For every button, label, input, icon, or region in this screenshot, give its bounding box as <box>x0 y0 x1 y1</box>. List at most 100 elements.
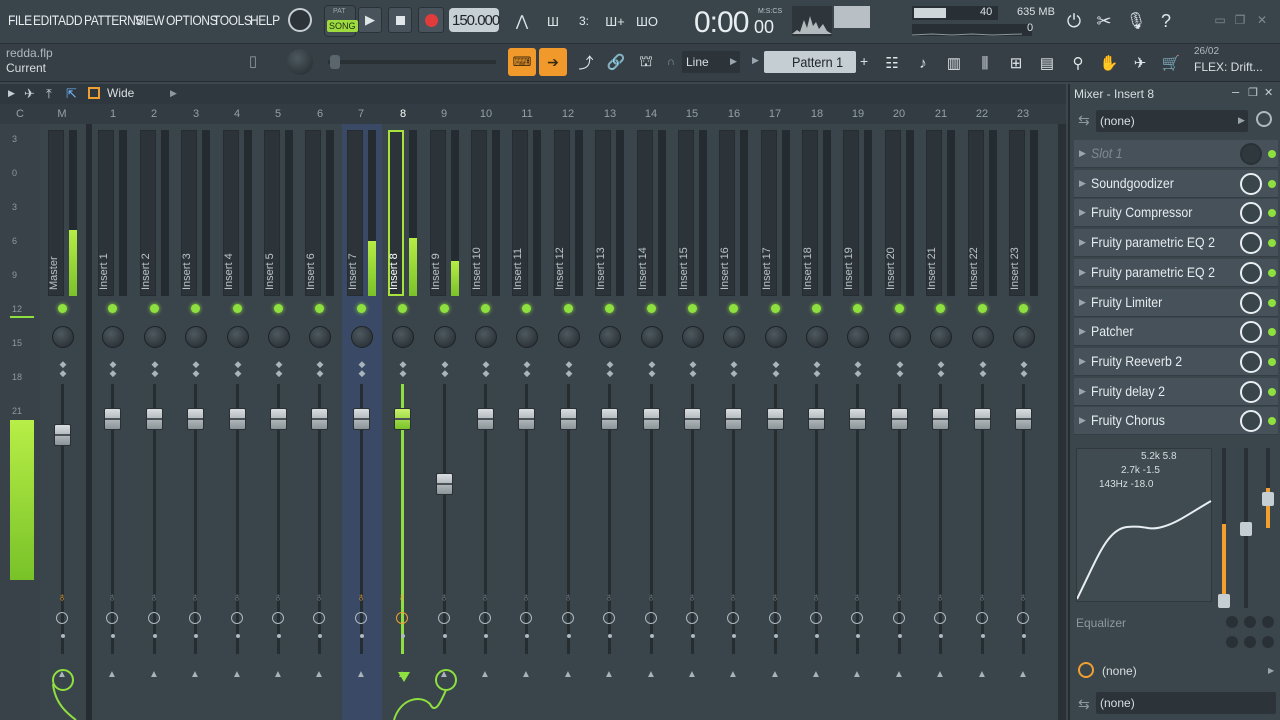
menu-edit[interactable]: EDIT <box>33 12 59 30</box>
piano-roll-icon[interactable]: ♪ <box>910 50 936 76</box>
bulb-icon[interactable]: ♁ <box>851 590 863 604</box>
pattern-name-box[interactable]: Pattern 1 <box>764 51 856 73</box>
pan-knob[interactable] <box>516 326 538 348</box>
bulb-icon[interactable]: ♁ <box>479 590 491 604</box>
volume-fader[interactable] <box>974 408 991 430</box>
insert-strip[interactable]: Insert 4 ◆ ◆ ♁ ▲ <box>217 124 258 720</box>
master-volume-knob[interactable] <box>288 8 312 32</box>
pan-knob[interactable] <box>185 326 207 348</box>
slot-arrow-icon[interactable]: ▶ <box>1079 267 1086 278</box>
stereo-separation-icon[interactable]: ◆ ◆ <box>604 360 616 378</box>
route-dot[interactable] <box>443 634 447 638</box>
insert-strip[interactable]: Insert 3 ◆ ◆ ♁ ▲ <box>175 124 216 720</box>
clock-icon[interactable] <box>934 612 946 624</box>
slot-enable-led[interactable] <box>1268 417 1276 426</box>
route-dot[interactable] <box>277 634 281 638</box>
pan-knob[interactable] <box>641 326 663 348</box>
bulb-icon[interactable]: ♁ <box>562 590 574 604</box>
pan-knob[interactable] <box>723 326 745 348</box>
clock-icon[interactable] <box>686 612 698 624</box>
clock-icon[interactable] <box>727 612 739 624</box>
stereo-separation-icon[interactable]: ◆ ◆ <box>563 360 575 378</box>
route-dot[interactable] <box>691 634 695 638</box>
pat-song-switch[interactable]: PAT SONG <box>324 5 358 37</box>
mute-led[interactable] <box>233 304 242 313</box>
clock-icon[interactable] <box>976 612 988 624</box>
volume-fader[interactable] <box>270 408 287 430</box>
restore-icon[interactable]: ❐ <box>1232 12 1248 28</box>
slot-enable-led[interactable] <box>1268 298 1276 307</box>
stereo-separation-icon[interactable]: ◆ ◆ <box>57 360 69 378</box>
volume-fader[interactable] <box>518 408 535 430</box>
volume-fader[interactable] <box>146 408 163 430</box>
volume-fader[interactable] <box>1015 408 1032 430</box>
clock-icon[interactable] <box>106 612 118 624</box>
volume-fader[interactable] <box>684 408 701 430</box>
stereo-separation-icon[interactable]: ◆ ◆ <box>687 360 699 378</box>
view-mode-arrow-icon[interactable]: ▶ <box>170 88 177 99</box>
send-arrow-icon[interactable]: ▲ <box>520 669 532 680</box>
stereo-separation-icon[interactable]: ◆ ◆ <box>1018 360 1030 378</box>
slot-arrow-icon[interactable]: ▶ <box>1079 148 1086 159</box>
route-dot[interactable] <box>732 634 736 638</box>
volume-fader[interactable] <box>560 408 577 430</box>
eq-knob-2[interactable] <box>1244 616 1256 628</box>
pan-knob[interactable] <box>309 326 331 348</box>
pan-knob[interactable] <box>558 326 580 348</box>
stereo-separation-icon[interactable]: ◆ ◆ <box>894 360 906 378</box>
slot-enable-led[interactable] <box>1268 179 1276 188</box>
pan-knob[interactable] <box>847 326 869 348</box>
slot-enable-led[interactable] <box>1268 328 1276 337</box>
touch-controller-icon[interactable]: ✋ <box>1096 50 1122 76</box>
bulb-icon[interactable]: ♁ <box>56 590 68 604</box>
slot-enable-led[interactable] <box>1268 209 1276 218</box>
effect-slot[interactable]: ▶ Slot 1 <box>1074 140 1278 168</box>
bulb-icon[interactable]: ♁ <box>313 590 325 604</box>
pan-knob[interactable] <box>102 326 124 348</box>
volume-fader[interactable] <box>104 408 121 430</box>
menu-arrow-icon[interactable]: ▶ <box>8 88 15 99</box>
route-dot[interactable] <box>981 634 985 638</box>
insert-strip[interactable]: Insert 17 ◆ ◆ ♁ ▲ <box>755 124 796 720</box>
clock-icon[interactable] <box>148 612 160 624</box>
clock-icon[interactable] <box>769 612 781 624</box>
metronome-icon[interactable]: ⋀ <box>511 10 533 32</box>
clock-icon[interactable] <box>479 612 491 624</box>
clock-icon[interactable] <box>438 612 450 624</box>
insert-strip[interactable]: Insert 6 ◆ ◆ ♁ ▲ <box>299 124 340 720</box>
slot-enable-led[interactable] <box>1268 150 1276 158</box>
slot-mix-knob[interactable] <box>1240 232 1262 255</box>
pan-knob[interactable] <box>475 326 497 348</box>
power-icon[interactable]: ⏻ <box>1062 8 1086 34</box>
volume-fader[interactable] <box>477 408 494 430</box>
send-arrow-icon[interactable]: ▲ <box>686 669 698 680</box>
bulb-icon[interactable]: ♁ <box>976 590 988 604</box>
menu-tools[interactable]: TOOLS <box>213 12 252 30</box>
send-arrow-icon[interactable]: ▲ <box>106 669 118 680</box>
mute-led[interactable] <box>895 304 904 313</box>
send-arrow-icon[interactable]: ▲ <box>893 669 905 680</box>
pan-knob[interactable] <box>268 326 290 348</box>
wait-for-input-icon[interactable]: Ш <box>541 10 565 32</box>
effect-slot[interactable]: ▶ Fruity Limiter <box>1074 288 1278 317</box>
route-dot[interactable] <box>939 634 943 638</box>
bulb-icon[interactable]: ♁ <box>189 590 201 604</box>
send-arrow-icon[interactable]: ▲ <box>603 669 615 680</box>
mixer-scrollbar[interactable] <box>1058 124 1066 720</box>
play-button[interactable]: ▶ <box>358 7 382 33</box>
slot-mix-knob[interactable] <box>1240 143 1262 165</box>
slot-arrow-icon[interactable]: ▶ <box>1079 178 1086 189</box>
bulb-icon[interactable]: ♁ <box>603 590 615 604</box>
insert-strip[interactable]: Insert 11 ◆ ◆ ♁ ▲ <box>506 124 547 720</box>
send-arrow-icon[interactable]: ▲ <box>727 669 739 680</box>
bulb-icon[interactable]: ♁ <box>727 590 739 604</box>
effect-slot[interactable]: ▶ Fruity Compressor <box>1074 199 1278 228</box>
snap-icon[interactable]: ⤴ <box>574 50 598 74</box>
insert-strip[interactable]: Insert 19 ◆ ◆ ♁ ▲ <box>837 124 878 720</box>
volume-fader[interactable] <box>849 408 866 430</box>
effect-slot[interactable]: ▶ Patcher <box>1074 318 1278 347</box>
route-dot[interactable] <box>401 634 405 638</box>
view-checkbox[interactable] <box>88 87 100 99</box>
eq-slider-1[interactable] <box>1218 594 1230 608</box>
typing-keyboard-button[interactable]: ⌨ <box>508 48 536 76</box>
